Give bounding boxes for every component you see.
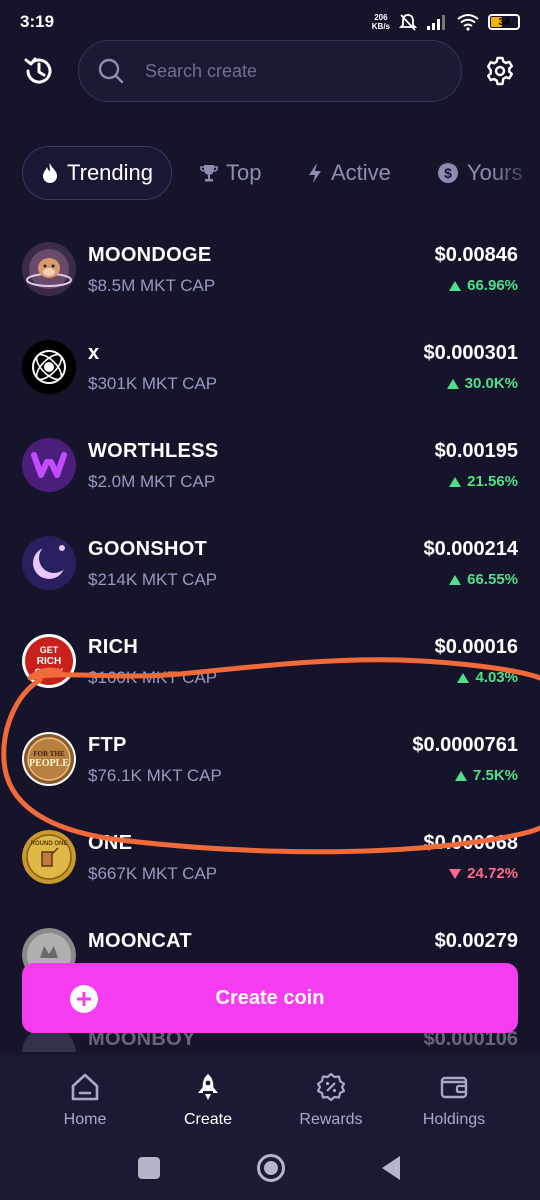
coin-price: $0.0000761 [412, 734, 518, 756]
up-arrow-icon [457, 672, 470, 683]
coin-market-cap: $301K MKT CAP [88, 374, 218, 393]
coin-name: GOONSHOT [88, 538, 208, 560]
history-icon [24, 57, 52, 84]
one-avatar: ROUND ONE [22, 830, 76, 884]
coin-icon: $ [438, 163, 458, 183]
home-dot [264, 1161, 278, 1175]
coin-name: ONE [88, 832, 133, 854]
lightning-icon [309, 163, 321, 183]
coin-list: MOONDOGE $8.5M MKT CAP $0.00846 66.96% x… [0, 222, 540, 1052]
search-input[interactable]: Search create [78, 40, 462, 102]
back-button[interactable] [382, 1156, 400, 1180]
svg-text:GET: GET [40, 645, 59, 655]
ftp-avatar: FOR THE PEOPLE [22, 732, 76, 786]
home-icon [71, 1073, 99, 1101]
coin-change: 66.55% [449, 571, 518, 588]
filter-tabs: Trending Top Active $ Yours [0, 146, 540, 202]
down-arrow-icon [449, 868, 462, 879]
coin-price: $0.000301 [423, 342, 518, 364]
coin-price: $0.00016 [434, 636, 518, 658]
coin-market-cap: $8.5M MKT CAP [88, 276, 216, 295]
coin-row-rich[interactable]: GET RICH QUICK RICH $160K MKT CAP $0.00016… [0, 614, 540, 712]
svg-text:QUICK: QUICK [35, 667, 65, 677]
coin-change: 66.96% [449, 277, 518, 294]
system-nav-bar [0, 1140, 540, 1200]
svg-text:$: $ [444, 165, 452, 181]
coin-name: x [88, 342, 100, 364]
coin-market-cap: $160K MKT CAP [88, 668, 218, 687]
coin-market-cap: $76.1K MKT CAP [88, 766, 222, 785]
rocket-icon [198, 1074, 218, 1100]
battery-icon: 34 [488, 14, 520, 30]
create-coin-label: Create coin [215, 986, 325, 1009]
nav-create[interactable]: Create [148, 1071, 268, 1129]
up-arrow-icon [449, 574, 462, 585]
home-system-button[interactable] [257, 1154, 285, 1182]
coin-row-x[interactable]: x $301K MKT CAP $0.000301 30.0K% [0, 320, 540, 418]
coin-row-ftp[interactable]: FOR THE PEOPLE FTP $76.1K MKT CAP $0.0000… [0, 712, 540, 810]
coin-change: 4.03% [457, 669, 518, 686]
coin-row-worthless[interactable]: WORTHLESS $2.0M MKT CAP $0.00195 21.56% [0, 418, 540, 516]
network-speed: 206 KB/s [371, 13, 390, 31]
settings-button[interactable] [482, 53, 518, 89]
history-button[interactable] [20, 52, 58, 90]
status-time: 3:19 [20, 12, 55, 31]
search-icon [98, 58, 124, 84]
status-bar: 3:19 206 KB/s 34 [0, 0, 540, 44]
rewards-badge-icon [316, 1072, 346, 1102]
trophy-icon [200, 165, 218, 182]
up-arrow-icon [449, 476, 462, 487]
coin-name: FTP [88, 734, 127, 756]
wallet-icon [440, 1076, 468, 1099]
coin-price: $0.00846 [434, 244, 518, 266]
coin-row-moondoge[interactable]: MOONDOGE $8.5M MKT CAP $0.00846 66.96% [0, 222, 540, 320]
rich-avatar: GET RICH QUICK [22, 634, 76, 688]
coin-market-cap: $667K MKT CAP [88, 864, 218, 883]
tab-top[interactable]: Top [200, 146, 261, 200]
search-placeholder: Search create [145, 60, 258, 81]
tab-trending[interactable]: Trending [22, 146, 173, 200]
goonshot-avatar [22, 536, 76, 590]
coin-name: MOONDOGE [88, 244, 212, 266]
coin-name: RICH [88, 636, 139, 658]
plus-icon [70, 985, 98, 1013]
svg-text:ROUND ONE: ROUND ONE [31, 841, 68, 847]
coin-price: $0.000214 [423, 538, 518, 560]
worthless-avatar [22, 438, 76, 492]
status-icons: 206 KB/s 34 [372, 12, 520, 32]
coin-change: 21.56% [449, 473, 518, 490]
coin-change: 30.0K% [446, 375, 518, 392]
create-coin-button[interactable]: Create coin [22, 963, 518, 1033]
coin-row-one[interactable]: ROUND ONE ONE $667K MKT CAP $0.000668 24… [0, 810, 540, 908]
coin-price: $0.000668 [423, 832, 518, 854]
flame-icon [43, 163, 57, 183]
up-arrow-icon [454, 770, 467, 781]
up-arrow-icon [446, 378, 459, 389]
coin-change: 24.72% [449, 865, 518, 882]
coin-name: WORTHLESS [88, 440, 219, 462]
coin-price: $0.00195 [434, 440, 518, 462]
tab-active[interactable]: Active [307, 146, 391, 200]
gear-icon [487, 56, 513, 86]
wifi-icon [457, 14, 479, 31]
svg-text:RICH: RICH [37, 656, 61, 667]
recents-button[interactable] [138, 1157, 160, 1179]
nav-home[interactable]: Home [25, 1071, 145, 1129]
mute-bell-icon [398, 14, 418, 31]
moondoge-avatar [22, 242, 76, 296]
coin-name: MOONCAT [88, 930, 192, 952]
svg-text:FOR THE: FOR THE [33, 750, 65, 758]
svg-text:PEOPLE: PEOPLE [29, 758, 69, 769]
coin-market-cap: $2.0M MKT CAP [88, 472, 216, 491]
nav-rewards[interactable]: Rewards [271, 1071, 391, 1129]
coin-change: 7.5K% [454, 767, 518, 784]
tabs-fade [490, 146, 540, 202]
cell-signal-icon [427, 15, 445, 30]
coin-market-cap: $214K MKT CAP [88, 570, 218, 589]
coin-price: $0.00279 [434, 930, 518, 952]
up-arrow-icon [449, 280, 462, 291]
x-avatar [22, 340, 76, 394]
nav-holdings[interactable]: Holdings [394, 1071, 514, 1129]
coin-row-goonshot[interactable]: GOONSHOT $214K MKT CAP $0.000214 66.55% [0, 516, 540, 614]
